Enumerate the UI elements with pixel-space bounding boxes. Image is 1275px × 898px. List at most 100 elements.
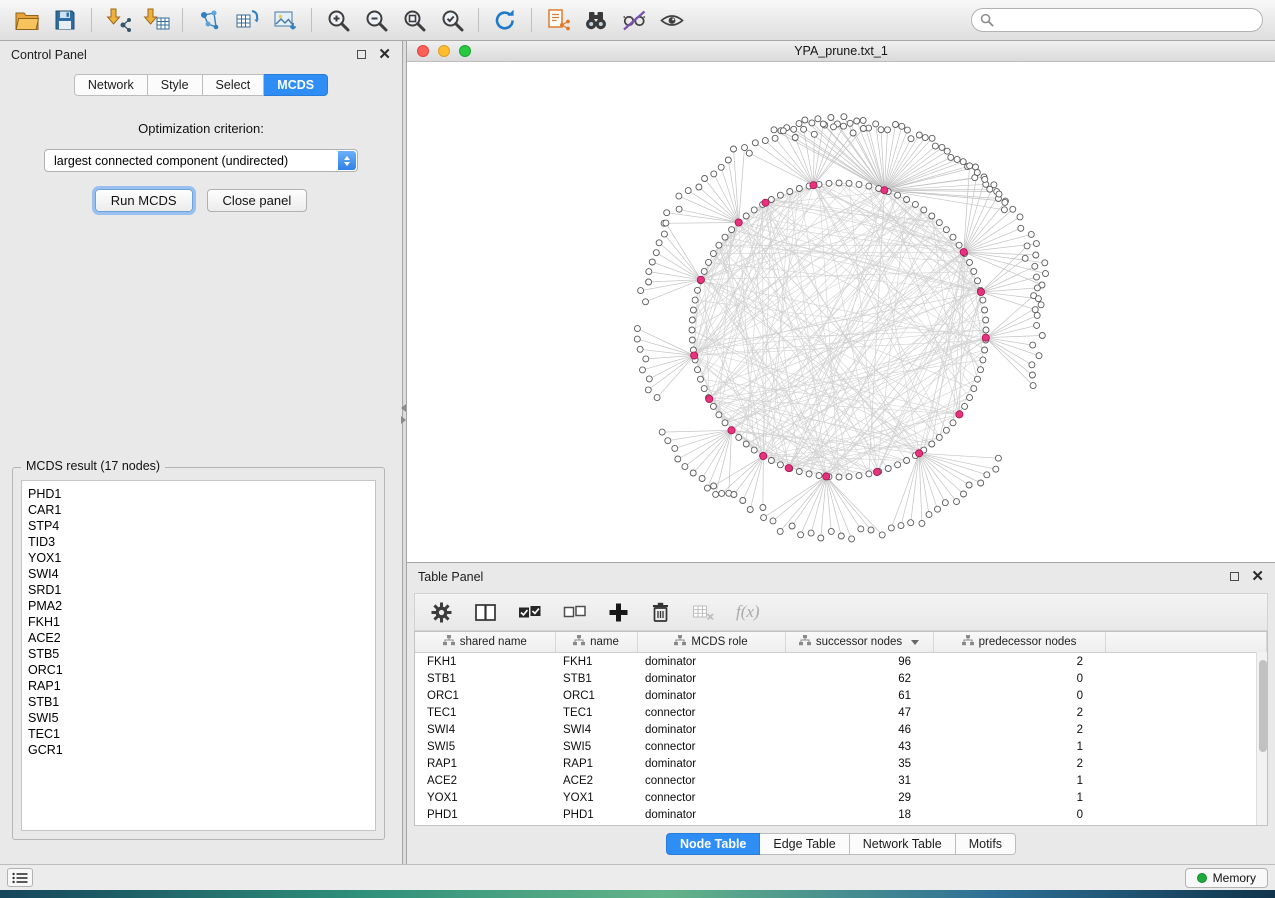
network-window-titlebar[interactable]: YPA_prune.txt_1: [407, 41, 1275, 62]
table-cell[interactable]: STB1: [415, 670, 555, 687]
table-cell[interactable]: SWI5: [415, 738, 555, 755]
table-cell[interactable]: dominator: [637, 687, 785, 704]
tab-select[interactable]: Select: [203, 74, 265, 96]
mcds-result-item[interactable]: TID3: [28, 534, 369, 550]
table-cell[interactable]: connector: [637, 772, 785, 789]
memory-button[interactable]: Memory: [1185, 868, 1268, 888]
tab-edge-table[interactable]: Edge Table: [760, 833, 849, 855]
table-cell[interactable]: 43: [785, 738, 933, 755]
close-panel-icon[interactable]: ✕: [378, 47, 391, 62]
import-network-icon[interactable]: [103, 5, 133, 35]
mcds-result-item[interactable]: PHD1: [28, 486, 369, 502]
table-cell[interactable]: YOX1: [415, 789, 555, 806]
deselect-all-icon[interactable]: [563, 602, 587, 622]
table-cell[interactable]: SWI4: [555, 721, 637, 738]
table-cell[interactable]: 1: [933, 772, 1105, 789]
zoom-out-icon[interactable]: [361, 5, 391, 35]
table-scrollbar[interactable]: [1256, 652, 1267, 825]
tab-style[interactable]: Style: [148, 74, 203, 96]
tab-network-table[interactable]: Network Table: [850, 833, 956, 855]
table-row[interactable]: YOX1YOX1connector291: [415, 789, 1267, 806]
table-cell[interactable]: RAP1: [555, 755, 637, 772]
clone-network-icon[interactable]: [232, 5, 262, 35]
mcds-result-item[interactable]: SRD1: [28, 582, 369, 598]
tab-motifs[interactable]: Motifs: [956, 833, 1016, 855]
table-cell[interactable]: TEC1: [415, 704, 555, 721]
table-cell[interactable]: 46: [785, 721, 933, 738]
table-row[interactable]: ACE2ACE2connector311: [415, 772, 1267, 789]
task-history-button[interactable]: [7, 868, 33, 887]
mcds-result-item[interactable]: CAR1: [28, 502, 369, 518]
import-table-icon[interactable]: [141, 5, 171, 35]
mcds-result-item[interactable]: YOX1: [28, 550, 369, 566]
table-cell[interactable]: 35: [785, 755, 933, 772]
table-cell[interactable]: connector: [637, 789, 785, 806]
mcds-result-item[interactable]: RAP1: [28, 678, 369, 694]
tab-node-table[interactable]: Node Table: [666, 833, 760, 855]
column-header-predecessor-nodes[interactable]: predecessor nodes: [933, 632, 1105, 653]
window-close-traffic-light[interactable]: [417, 45, 429, 57]
close-panel-button[interactable]: Close panel: [207, 189, 308, 212]
table-float-panel-icon[interactable]: [1230, 572, 1239, 581]
mcds-result-item[interactable]: TEC1: [28, 726, 369, 742]
table-cell[interactable]: dominator: [637, 755, 785, 772]
table-cell[interactable]: 0: [933, 806, 1105, 823]
collapse-left-icon[interactable]: [401, 404, 406, 412]
table-cell[interactable]: 2: [933, 653, 1105, 671]
search-input[interactable]: [971, 8, 1263, 32]
table-cell[interactable]: 1: [933, 789, 1105, 806]
table-cell[interactable]: RAP1: [415, 755, 555, 772]
mcds-result-item[interactable]: ACE2: [28, 630, 369, 646]
binoculars-icon[interactable]: [581, 5, 611, 35]
mcds-result-item[interactable]: STP4: [28, 518, 369, 534]
refresh-icon[interactable]: [490, 5, 520, 35]
sort-caret-icon[interactable]: [911, 640, 919, 645]
split-columns-icon[interactable]: [474, 602, 497, 623]
mcds-result-item[interactable]: PMA2: [28, 598, 369, 614]
column-header-name[interactable]: name: [555, 632, 637, 653]
table-cell[interactable]: 2: [933, 704, 1105, 721]
table-cell[interactable]: ACE2: [415, 772, 555, 789]
tab-mcds[interactable]: MCDS: [264, 74, 328, 96]
run-mcds-button[interactable]: Run MCDS: [95, 189, 193, 212]
zoom-selected-icon[interactable]: [437, 5, 467, 35]
table-cell[interactable]: 62: [785, 670, 933, 687]
table-cell[interactable]: connector: [637, 738, 785, 755]
table-cell[interactable]: ACE2: [555, 772, 637, 789]
mcds-result-item[interactable]: ORC1: [28, 662, 369, 678]
table-row[interactable]: SWI5SWI5connector431: [415, 738, 1267, 755]
network-canvas[interactable]: [407, 62, 1275, 562]
table-cell[interactable]: FKH1: [415, 653, 555, 671]
export-image-icon[interactable]: [270, 5, 300, 35]
table-cell[interactable]: 61: [785, 687, 933, 704]
select-all-icon[interactable]: [518, 602, 542, 622]
table-cell[interactable]: 2: [933, 755, 1105, 772]
mcds-result-item[interactable]: FKH1: [28, 614, 369, 630]
mcds-result-list[interactable]: PHD1CAR1STP4TID3YOX1SWI4SRD1PMA2FKH1ACE2…: [21, 480, 376, 831]
float-panel-icon[interactable]: [357, 50, 366, 59]
table-cell[interactable]: 0: [933, 687, 1105, 704]
optimization-criterion-select[interactable]: largest connected component (undirected): [44, 149, 358, 172]
zoom-in-icon[interactable]: [323, 5, 353, 35]
table-scrollbar-thumb[interactable]: [1259, 660, 1267, 752]
table-cell[interactable]: TEC1: [555, 704, 637, 721]
window-minimize-traffic-light[interactable]: [438, 45, 450, 57]
delete-column-icon[interactable]: [650, 601, 671, 623]
table-cell[interactable]: SWI5: [555, 738, 637, 755]
table-row[interactable]: RAP1RAP1dominator352: [415, 755, 1267, 772]
table-cell[interactable]: YOX1: [555, 789, 637, 806]
mcds-result-item[interactable]: SWI4: [28, 566, 369, 582]
table-cell[interactable]: dominator: [637, 670, 785, 687]
save-session-icon[interactable]: [50, 5, 80, 35]
table-cell[interactable]: STB1: [555, 670, 637, 687]
table-row[interactable]: FKH1FKH1dominator962: [415, 653, 1267, 671]
hide-details-icon[interactable]: [619, 5, 649, 35]
table-row[interactable]: STB1STB1dominator620: [415, 670, 1267, 687]
table-cell[interactable]: dominator: [637, 653, 785, 671]
mcds-result-item[interactable]: GCR1: [28, 742, 369, 758]
mcds-result-item[interactable]: STB1: [28, 694, 369, 710]
table-cell[interactable]: connector: [637, 704, 785, 721]
table-cell[interactable]: 29: [785, 789, 933, 806]
table-cell[interactable]: dominator: [637, 721, 785, 738]
table-cell[interactable]: ORC1: [415, 687, 555, 704]
